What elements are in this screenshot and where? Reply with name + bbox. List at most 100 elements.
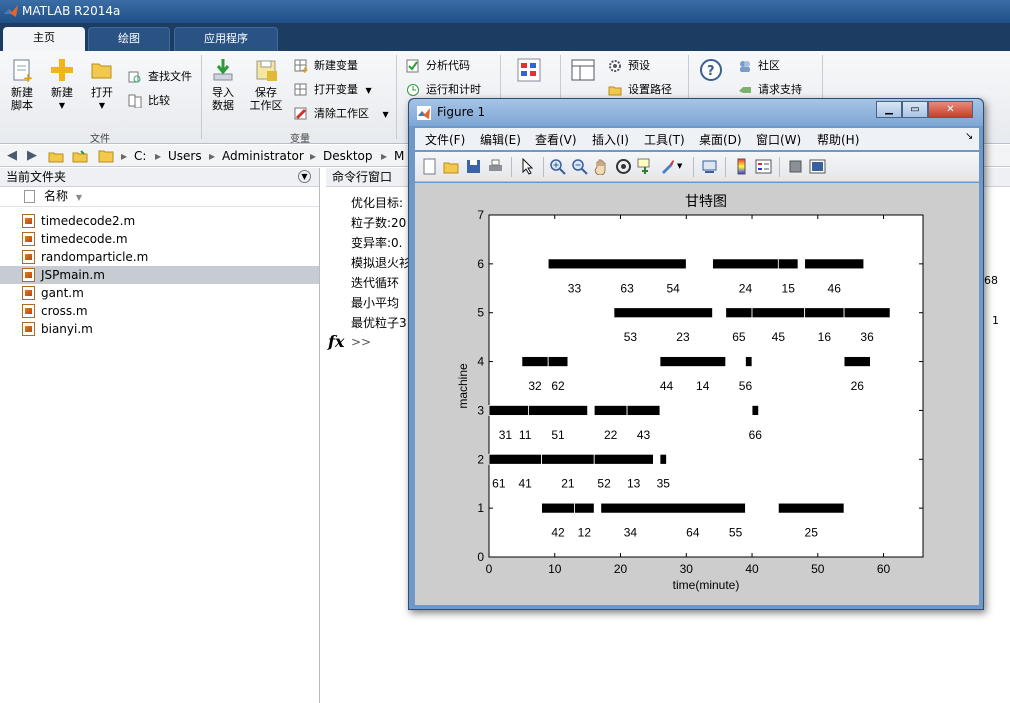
menu-help[interactable]: 帮助(H) (817, 131, 859, 148)
name-column-header[interactable]: 名称 ▼ (0, 187, 319, 207)
file-list-item[interactable]: JSPmain.m (0, 266, 319, 284)
file-list-item[interactable]: timedecode2.m (0, 212, 319, 230)
y-tick-label: 0 (477, 550, 484, 564)
browse-folder-icon[interactable] (72, 148, 88, 164)
menu-window[interactable]: 窗口(W) (756, 131, 801, 148)
community-button[interactable]: 社区 (738, 57, 780, 75)
fx-icon[interactable]: fx (328, 332, 344, 351)
gantt-bar (593, 453, 654, 465)
legend-icon[interactable] (755, 158, 772, 175)
minimize-button[interactable]: ▁ (876, 101, 902, 118)
new-figure-icon[interactable] (421, 158, 438, 175)
link-plot-icon[interactable] (701, 158, 718, 175)
folder-icon (98, 148, 114, 164)
layout-button[interactable] (568, 57, 598, 86)
zoom-out-icon[interactable] (571, 158, 588, 175)
file-list-item[interactable]: timedecode.m (0, 230, 319, 248)
operation-label: 15 (782, 281, 796, 295)
y-tick-label: 5 (477, 306, 484, 320)
figure-title-bar[interactable]: Figure 1 ▁ ▭ ✕ (409, 99, 983, 126)
up-folder-icon[interactable] (48, 148, 64, 164)
output-line: 优化目标: (351, 196, 404, 210)
toolbar-divider (779, 157, 780, 177)
panel-actions-icon[interactable]: ▼ (298, 170, 311, 183)
chevron-down-icon[interactable]: ▼ (677, 162, 694, 179)
breadcrumb-separator: ▸ (310, 149, 317, 163)
tab-apps[interactable]: 应用程序 (174, 27, 278, 51)
forward-arrow-icon[interactable]: ▶ (24, 148, 40, 164)
maximize-button[interactable]: ▭ (902, 101, 928, 118)
command-prompt[interactable]: >> (351, 335, 371, 349)
rotate-3d-icon[interactable] (615, 158, 632, 175)
file-column-icon (24, 190, 35, 203)
pan-hand-icon[interactable] (593, 158, 610, 175)
svg-text:+: + (23, 71, 33, 83)
dock-arrow-icon[interactable]: ↘ (965, 131, 973, 142)
file-list-item[interactable]: bianyi.m (0, 320, 319, 338)
breadcrumb-users[interactable]: Users (168, 149, 202, 163)
import-icon (210, 57, 236, 83)
open-button[interactable]: 打开 ▼ (86, 57, 118, 112)
menu-tools[interactable]: 工具(T) (644, 131, 685, 148)
breadcrumb-folder[interactable]: M (394, 149, 404, 163)
menu-desktop[interactable]: 桌面(D) (699, 131, 742, 148)
run-and-time-button[interactable]: 运行和计时 (406, 81, 481, 99)
preferences-button[interactable]: 预设 (608, 57, 650, 75)
pointer-icon[interactable] (519, 158, 536, 175)
new-script-button[interactable]: + 新建 脚本 (4, 57, 40, 112)
operation-label: 14 (696, 379, 710, 393)
m-file-icon (22, 250, 35, 264)
request-support-button[interactable]: 请求支持 (738, 81, 802, 99)
x-tick-label: 10 (548, 562, 562, 576)
tab-plots[interactable]: 绘图 (88, 27, 170, 51)
new-script-label: 新建 脚本 (11, 86, 33, 112)
find-files-button[interactable]: 查找文件 (128, 68, 192, 86)
data-cursor-icon[interactable] (637, 158, 654, 175)
breadcrumb-desktop[interactable]: Desktop (323, 149, 373, 163)
compare-button[interactable]: 比较 (128, 92, 170, 110)
find-files-icon (128, 71, 141, 83)
file-list-item[interactable]: cross.m (0, 302, 319, 320)
clear-workspace-button[interactable]: 清除工作区 ▼ (294, 105, 389, 123)
file-list-item[interactable]: gant.m (0, 284, 319, 302)
output-line: 迭代循环 (351, 276, 400, 290)
y-tick-label: 3 (477, 403, 484, 417)
import-data-button[interactable]: 导入 数据 (206, 57, 240, 112)
simulink-button[interactable] (512, 57, 546, 86)
menu-edit[interactable]: 编辑(E) (480, 131, 521, 148)
open-file-icon[interactable] (443, 158, 460, 175)
m-file-icon (22, 322, 35, 336)
back-arrow-icon[interactable]: ◀ (4, 148, 20, 164)
new-variable-button[interactable]: + 新建变量 (294, 57, 358, 75)
set-path-button[interactable]: 设置路径 (608, 81, 672, 99)
operation-label: 52 (597, 477, 611, 491)
help-button[interactable]: ? (696, 57, 726, 86)
save-icon[interactable] (465, 158, 482, 175)
menu-insert[interactable]: 插入(I) (592, 131, 629, 148)
figure-plot-area[interactable]: 0 10 20 30 40 50 60 0 1 2 3 4 5 6 7 33 63 54 24 15 46 53 23 65 4… (415, 183, 979, 605)
chevron-down-icon: ▼ (382, 110, 389, 119)
file-list: timedecode2.m timedecode.m randomparticle.… (0, 212, 319, 338)
breadcrumb-drive[interactable]: C: (134, 149, 146, 163)
show-plot-tools-icon[interactable] (809, 158, 826, 175)
y-tick-label: 1 (477, 501, 484, 515)
x-tick-label: 60 (877, 562, 891, 576)
brush-icon[interactable] (659, 158, 676, 175)
colorbar-icon[interactable] (733, 158, 750, 175)
close-button[interactable]: ✕ (928, 101, 973, 118)
print-icon[interactable] (487, 158, 504, 175)
new-button[interactable]: 新建 ▼ (46, 57, 78, 112)
menu-view[interactable]: 查看(V) (535, 131, 577, 148)
operation-label: 43 (637, 428, 651, 442)
menu-file[interactable]: 文件(F) (425, 131, 465, 148)
x-tick-label: 0 (486, 562, 493, 576)
zoom-in-icon[interactable] (549, 158, 566, 175)
hide-plot-tools-icon[interactable] (787, 158, 804, 175)
breadcrumb-administrator[interactable]: Administrator (222, 149, 304, 163)
tab-home[interactable]: 主页 (3, 27, 85, 51)
file-list-item[interactable]: randomparticle.m (0, 248, 319, 266)
output-line: 最优粒子3 (351, 316, 407, 330)
analyze-code-button[interactable]: 分析代码 (406, 57, 470, 75)
open-variable-button[interactable]: 打开变量 ▼ (294, 81, 372, 99)
save-workspace-button[interactable]: 保存 工作区 (246, 57, 286, 112)
